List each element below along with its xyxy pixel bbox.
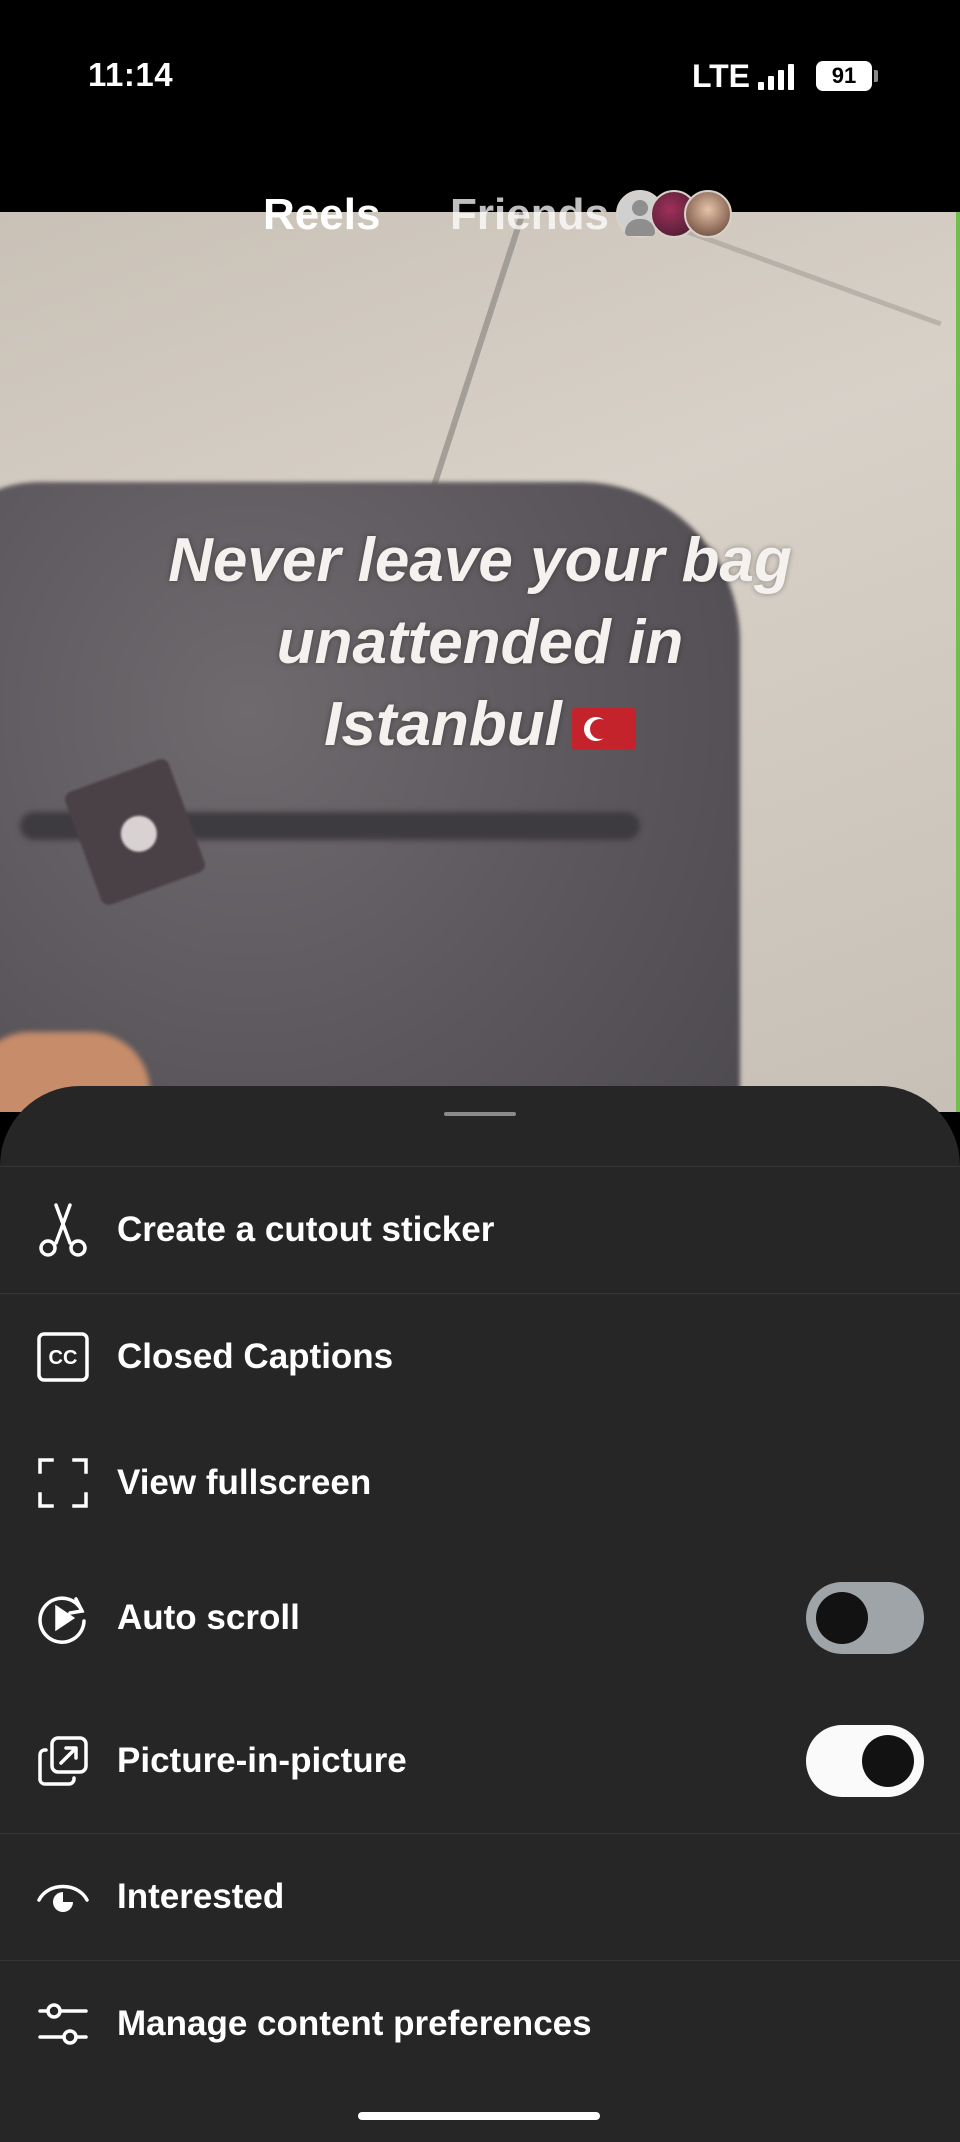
auto-scroll-icon xyxy=(36,1591,90,1645)
sheet-drag-handle[interactable] xyxy=(444,1112,516,1116)
menu-item-label: Closed Captions xyxy=(117,1337,394,1376)
caption-line: Istanbul xyxy=(0,684,960,766)
status-bar: 11:14 LTE 91 xyxy=(0,0,960,150)
menu-item-label: Interested xyxy=(117,1877,285,1916)
divider xyxy=(0,1833,960,1834)
signal-strength-icon xyxy=(758,62,794,90)
divider xyxy=(0,1960,960,1961)
menu-item-label: Create a cutout sticker xyxy=(117,1210,495,1249)
divider xyxy=(0,1293,960,1294)
top-tabs: Reels Friends xyxy=(0,190,960,250)
caption-line: Never leave your bag xyxy=(168,526,792,595)
battery-icon: 91 xyxy=(816,61,878,91)
video-background-line xyxy=(427,212,526,499)
interested-eye-icon xyxy=(36,1870,90,1924)
fullscreen-icon xyxy=(36,1456,90,1510)
picture-in-picture-toggle[interactable] xyxy=(806,1725,924,1797)
video-caption: Never leave your bag unattended in Istan… xyxy=(0,520,960,766)
menu-item-auto-scroll[interactable]: Auto scroll xyxy=(0,1563,960,1673)
tab-friends[interactable]: Friends xyxy=(450,190,609,240)
menu-item-label: Picture-in-picture xyxy=(117,1741,407,1780)
tab-reels[interactable]: Reels xyxy=(263,190,380,240)
toggle-knob xyxy=(816,1592,868,1644)
cc-icon: CC xyxy=(36,1330,90,1384)
status-icons: LTE 91 xyxy=(691,56,878,96)
sliders-icon xyxy=(36,1997,90,2051)
avatar xyxy=(684,190,732,238)
menu-item-interested[interactable]: Interested xyxy=(0,1842,960,1952)
menu-item-picture-in-picture[interactable]: Picture-in-picture xyxy=(0,1706,960,1816)
auto-scroll-toggle[interactable] xyxy=(806,1582,924,1654)
caption-line: unattended in xyxy=(276,608,684,677)
menu-item-label: View fullscreen xyxy=(117,1463,372,1502)
turkey-flag-icon xyxy=(571,707,636,750)
menu-item-label: Manage content preferences xyxy=(117,2004,592,2043)
status-time: 11:14 xyxy=(88,56,174,93)
menu-item-label: Auto scroll xyxy=(117,1598,300,1637)
options-bottom-sheet: Create a cutout sticker CC Closed Captio… xyxy=(0,1086,960,2142)
menu-item-closed-captions[interactable]: CC Closed Captions xyxy=(0,1302,960,1412)
svg-text:CC: CC xyxy=(49,1347,78,1369)
pip-icon xyxy=(36,1734,90,1788)
network-type: LTE xyxy=(691,57,750,94)
home-indicator[interactable] xyxy=(358,2112,600,2120)
scissors-icon xyxy=(36,1203,90,1257)
menu-item-create-cutout-sticker[interactable]: Create a cutout sticker xyxy=(0,1175,960,1285)
toggle-knob xyxy=(862,1735,914,1787)
caption-line-text: Istanbul xyxy=(324,690,562,759)
divider xyxy=(0,1166,960,1167)
menu-item-manage-content-preferences[interactable]: Manage content preferences xyxy=(0,1969,960,2079)
menu-item-view-fullscreen[interactable]: View fullscreen xyxy=(0,1428,960,1538)
